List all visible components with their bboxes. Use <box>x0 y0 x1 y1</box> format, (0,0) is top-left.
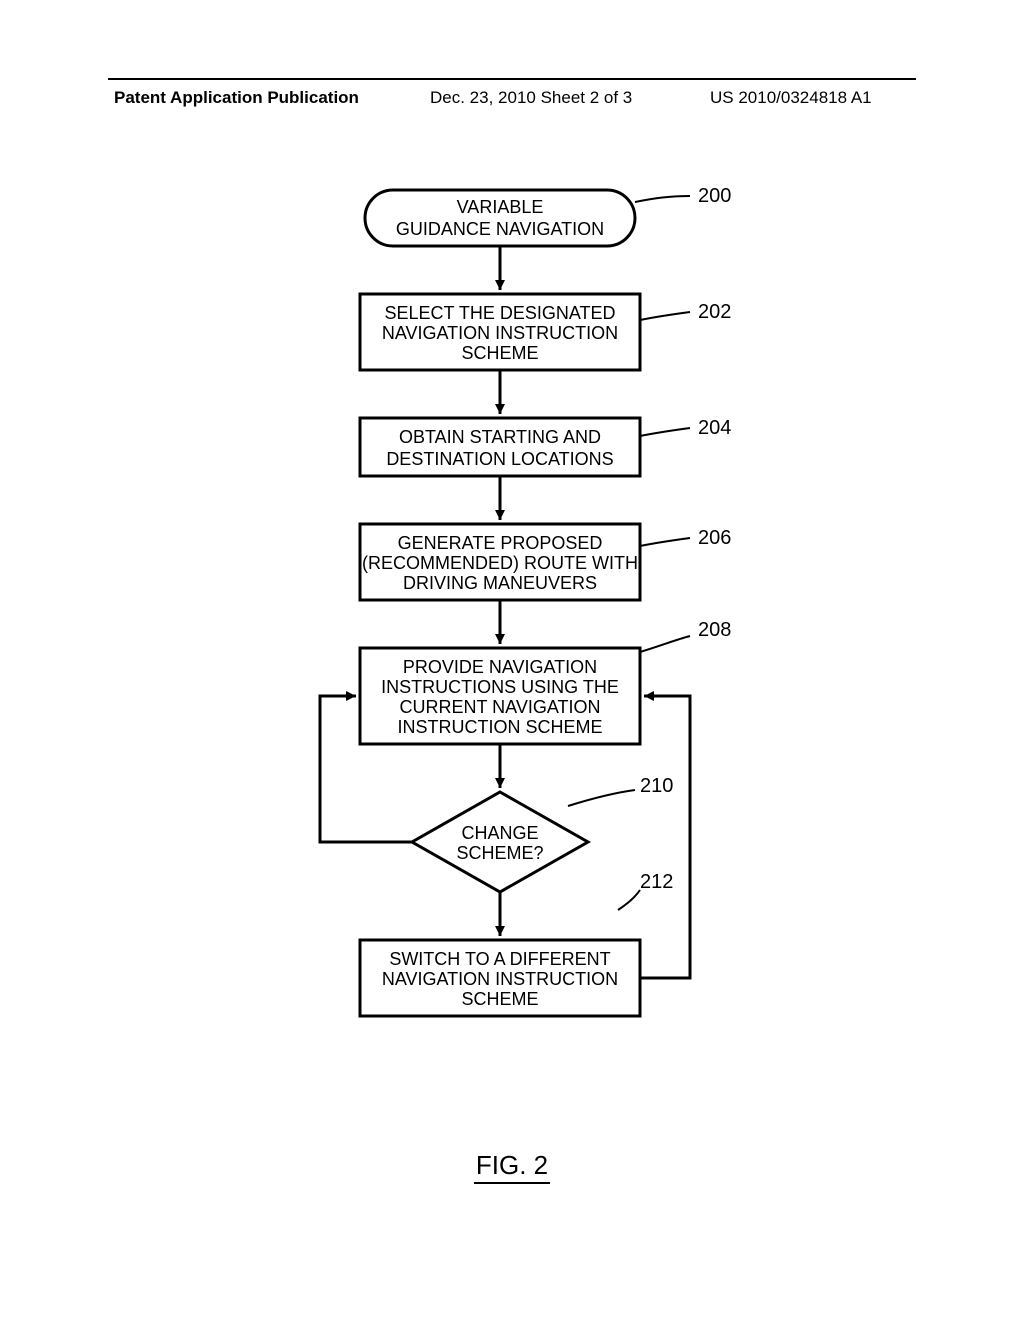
leader-206 <box>640 538 690 546</box>
edge-212-208 <box>640 696 690 978</box>
node-202-line3: SCHEME <box>461 343 538 363</box>
header-right-text: US 2010/0324818 A1 <box>710 88 872 108</box>
header-mid-text: Dec. 23, 2010 Sheet 2 of 3 <box>430 88 632 108</box>
node-204: OBTAIN STARTING AND DESTINATION LOCATION… <box>360 418 640 476</box>
node-202-line2: NAVIGATION INSTRUCTION <box>382 323 618 343</box>
node-210-line2: SCHEME? <box>456 843 543 863</box>
page: Patent Application Publication Dec. 23, … <box>0 0 1024 1320</box>
node-206: GENERATE PROPOSED (RECOMMENDED) ROUTE WI… <box>360 524 640 600</box>
ref-202: 202 <box>698 301 731 323</box>
node-208: PROVIDE NAVIGATION INSTRUCTIONS USING TH… <box>360 648 640 744</box>
leader-204 <box>640 428 690 436</box>
figure-label-text: FIG. 2 <box>474 1150 550 1184</box>
node-204-line2: DESTINATION LOCATIONS <box>386 449 613 469</box>
node-206-line3: DRIVING MANEUVERS <box>403 573 597 593</box>
leader-210 <box>568 790 635 806</box>
ref-210: 210 <box>640 775 673 797</box>
leader-208 <box>640 636 690 652</box>
header-left-text: Patent Application Publication <box>114 88 359 108</box>
leader-200 <box>635 196 690 202</box>
node-202: SELECT THE DESIGNATED NAVIGATION INSTRUC… <box>360 294 640 370</box>
node-208-line2: INSTRUCTIONS USING THE <box>381 677 619 697</box>
node-start-line1: VARIABLE <box>457 197 544 217</box>
ref-208: 208 <box>698 619 731 641</box>
node-208-line4: INSTRUCTION SCHEME <box>397 717 602 737</box>
node-206-line2: (RECOMMENDED) ROUTE WITH <box>362 553 638 573</box>
node-208-line3: CURRENT NAVIGATION <box>399 697 600 717</box>
node-start: VARIABLE GUIDANCE NAVIGATION <box>365 190 635 246</box>
ref-212: 212 <box>640 871 673 893</box>
leader-212 <box>618 890 640 910</box>
leader-202 <box>640 312 690 320</box>
header-divider <box>108 78 916 80</box>
ref-200: 200 <box>698 185 731 207</box>
node-212: SWITCH TO A DIFFERENT NAVIGATION INSTRUC… <box>360 940 640 1016</box>
node-212-line2: NAVIGATION INSTRUCTION <box>382 969 618 989</box>
ref-204: 204 <box>698 417 731 439</box>
node-210-decision: CHANGE SCHEME? <box>412 792 588 892</box>
node-start-line2: GUIDANCE NAVIGATION <box>396 219 604 239</box>
node-212-line1: SWITCH TO A DIFFERENT <box>389 949 610 969</box>
node-212-line3: SCHEME <box>461 989 538 1009</box>
node-208-line1: PROVIDE NAVIGATION <box>403 657 597 677</box>
ref-206: 206 <box>698 527 731 549</box>
node-204-line1: OBTAIN STARTING AND <box>399 427 601 447</box>
figure-label: FIG. 2 <box>0 1150 1024 1181</box>
flowchart: VARIABLE GUIDANCE NAVIGATION 200 SELECT … <box>200 170 860 1130</box>
node-210-line1: CHANGE <box>461 823 538 843</box>
node-206-line1: GENERATE PROPOSED <box>398 533 603 553</box>
node-202-line1: SELECT THE DESIGNATED <box>384 303 615 323</box>
